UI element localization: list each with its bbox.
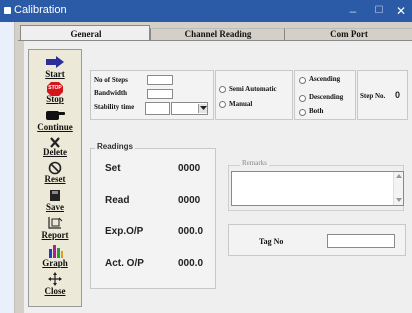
delete-label: Delete <box>43 147 67 157</box>
actual-output-label: Act. O/P <box>105 258 144 269</box>
tab-channel-reading-label: Channel Reading <box>184 29 252 39</box>
close-window-button[interactable]: ✕ <box>392 3 410 19</box>
step-number-value: 0 <box>395 90 401 100</box>
start-label: Start <box>45 69 65 79</box>
close-button[interactable]: Close <box>28 272 82 298</box>
no-symbol-icon <box>48 161 62 175</box>
descending-label: Descending <box>309 93 344 101</box>
reset-label: Reset <box>44 174 66 184</box>
bandwidth-input[interactable] <box>147 89 173 99</box>
ascending-radio[interactable]: Ascending <box>299 75 355 85</box>
title-bar: Calibration – ☐ ✕ <box>0 0 412 22</box>
ascending-radio-circle <box>299 77 306 84</box>
app-icon <box>4 7 11 14</box>
steps-input[interactable] <box>147 75 173 85</box>
descending-radio-circle <box>299 95 306 102</box>
manual-radio-circle <box>219 101 226 108</box>
stability-unit-select[interactable] <box>171 102 208 115</box>
mode-group <box>215 70 293 120</box>
bar-graph-icon <box>49 245 63 258</box>
set-value: 0000 <box>178 163 201 174</box>
maximize-button[interactable]: ☐ <box>370 3 388 19</box>
both-radio[interactable]: Both <box>299 107 355 117</box>
stop-label: Stop <box>46 94 64 104</box>
move-arrows-icon <box>48 272 62 286</box>
pointing-hand-icon <box>46 111 65 120</box>
delete-button[interactable]: Delete <box>28 136 82 158</box>
manual-label: Manual <box>229 100 253 108</box>
stop-button[interactable]: STOP Stop <box>28 82 82 106</box>
tab-com-port-label: Com Port <box>330 29 368 39</box>
remarks-textarea[interactable] <box>231 171 404 206</box>
tag-label: Tag No <box>259 237 284 246</box>
stability-label: Stability time <box>94 103 135 111</box>
floppy-icon <box>50 190 60 201</box>
stop-badge-text: STOP <box>48 85 62 91</box>
read-value: 0000 <box>178 195 201 206</box>
chevron-down-icon <box>200 106 207 110</box>
semi-automatic-radio-circle <box>219 86 226 93</box>
stability-input[interactable] <box>145 102 170 115</box>
manual-radio[interactable]: Manual <box>219 100 279 110</box>
graph-label: Graph <box>42 258 68 268</box>
reset-button[interactable]: Reset <box>28 161 82 185</box>
report-icon <box>48 217 63 229</box>
tab-general-label: General <box>70 29 102 39</box>
read-label: Read <box>105 195 130 206</box>
ascending-label: Ascending <box>309 75 341 83</box>
scroll-down-icon[interactable] <box>396 198 402 202</box>
bandwidth-label: Bandwidth <box>94 89 128 97</box>
graph-button[interactable]: Graph <box>28 244 82 269</box>
readings-title: Readings <box>95 142 136 151</box>
tag-input[interactable] <box>327 234 395 248</box>
step-number-label: Step No. <box>360 92 386 100</box>
tab-general[interactable]: General <box>20 25 150 41</box>
arrow-right-icon <box>46 56 64 68</box>
window-title: Calibration <box>14 4 67 16</box>
dropdown-button[interactable] <box>198 104 207 113</box>
continue-label: Continue <box>37 122 73 132</box>
semi-automatic-label: Semi Automatic <box>229 85 277 93</box>
descending-radio[interactable]: Descending <box>299 93 355 103</box>
close-label: Close <box>44 286 66 296</box>
semi-automatic-radio[interactable]: Semi Automatic <box>219 85 291 95</box>
remarks-scrollbar[interactable] <box>393 172 403 205</box>
scroll-up-icon[interactable] <box>396 174 402 178</box>
continue-button[interactable]: Continue <box>28 108 82 134</box>
remarks-label: Remarks <box>240 159 269 167</box>
minimize-button[interactable]: – <box>344 3 362 19</box>
report-button[interactable]: Report <box>28 216 82 241</box>
expected-output-value: 000.0 <box>178 226 204 237</box>
start-button[interactable]: Start <box>28 55 82 81</box>
set-label: Set <box>105 163 121 174</box>
both-label: Both <box>309 107 324 115</box>
report-label: Report <box>41 230 69 240</box>
actual-output-value: 000.0 <box>178 258 204 269</box>
save-button[interactable]: Save <box>28 189 82 213</box>
steps-label: No of Steps <box>94 76 128 84</box>
both-radio-circle <box>299 109 306 116</box>
expected-output-label: Exp.O/P <box>105 226 144 237</box>
save-label: Save <box>46 202 64 212</box>
